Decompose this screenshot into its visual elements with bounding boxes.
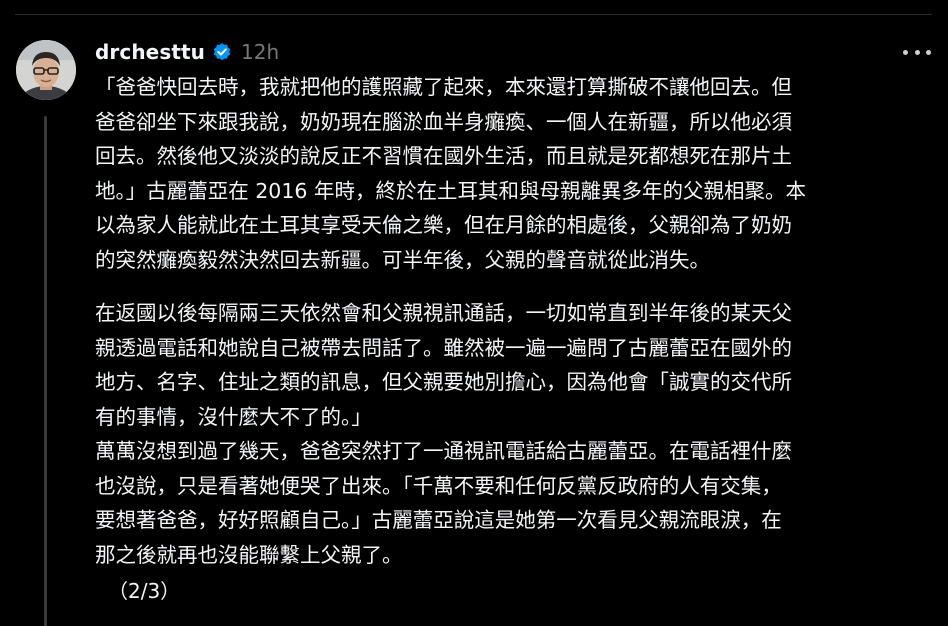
verified-badge-icon: [212, 42, 232, 62]
post-timestamp[interactable]: 12h: [241, 40, 279, 64]
thread-page-indicator: （2/3）: [108, 579, 181, 603]
post-header: drchesttu 12h: [95, 38, 279, 66]
post-paragraph-2: 在返國以後每隔兩三天依然會和父親視訊通話，一切如常直到半年後的某天父 親透過電話…: [95, 301, 792, 567]
username-link[interactable]: drchesttu: [95, 40, 205, 64]
more-options-icon[interactable]: [903, 44, 931, 60]
thread-line: [44, 116, 47, 626]
user-avatar-image: [16, 40, 76, 100]
post-body: 「爸爸快回去時，我就把他的護照藏了起來，本來還打算撕破不讓他回去。但 爸爸卻坐下…: [95, 70, 925, 572]
top-divider: [15, 14, 932, 15]
avatar[interactable]: [16, 40, 76, 100]
post-paragraph-1: 「爸爸快回去時，我就把他的護照藏了起來，本來還打算撕破不讓他回去。但 爸爸卻坐下…: [95, 75, 806, 272]
